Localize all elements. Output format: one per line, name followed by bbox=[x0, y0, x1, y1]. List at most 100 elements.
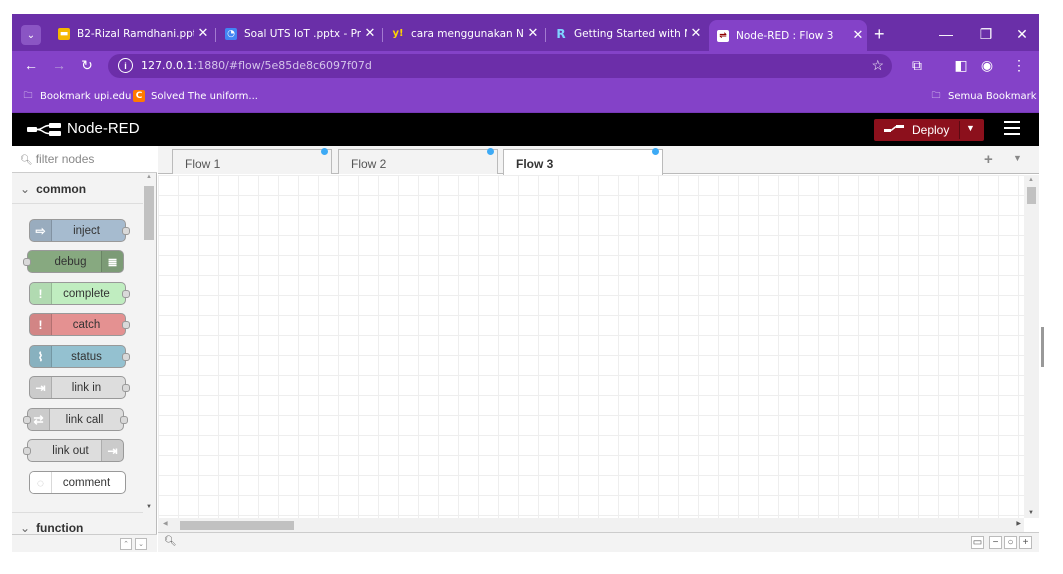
all-bookmarks-button[interactable]: 🗀 Semua Bookmark bbox=[930, 90, 1036, 102]
palette-node-inject[interactable]: ⇨ inject bbox=[29, 219, 130, 242]
reload-icon[interactable]: ↻ bbox=[78, 57, 96, 74]
palette-scrollbar[interactable]: ▲ ▼ bbox=[143, 174, 156, 510]
palette-node-complete[interactable]: ! complete bbox=[29, 282, 130, 305]
tab-flow-2[interactable]: Flow 2 bbox=[338, 148, 498, 174]
close-tab-icon[interactable]: ✕ bbox=[524, 26, 542, 41]
main-menu-icon[interactable] bbox=[1004, 121, 1020, 139]
palette-scroll-thumb[interactable] bbox=[144, 186, 154, 240]
output-port bbox=[122, 290, 130, 298]
zoom-reset-icon[interactable]: ○ bbox=[1004, 536, 1017, 549]
folder-icon: 🗀 bbox=[931, 91, 941, 101]
browser-tab-4[interactable]: R Getting Started with Nod ✕ bbox=[547, 20, 705, 47]
palette-node-label: complete bbox=[63, 287, 110, 300]
palette-node-link-out[interactable]: ⇥ link out bbox=[23, 439, 124, 462]
tab-flow-1[interactable]: Flow 1 bbox=[172, 148, 332, 174]
browser-tab-active[interactable]: ⇌ Node-RED : Flow 3 ✕ bbox=[709, 20, 867, 51]
url-host: 127.0.0.1 bbox=[141, 59, 194, 72]
site-info-icon[interactable]: i bbox=[118, 58, 133, 73]
sidebar-resize-handle[interactable] bbox=[1041, 327, 1044, 367]
palette-node-link-call[interactable]: ⇄ link call bbox=[23, 408, 128, 431]
tab-title: Node-RED : Flow 3 bbox=[736, 29, 834, 42]
palette-node-label: status bbox=[71, 350, 102, 363]
node-palette: 🔍︎ filter nodes ⌄ common ⇨ inject ≣ debug ! com… bbox=[12, 146, 157, 550]
address-bar[interactable]: i 127.0.0.1:1880/#flow/5e85de8c6097f07d … bbox=[108, 54, 892, 78]
flow-canvas[interactable] bbox=[158, 175, 1024, 518]
tab-flow-3[interactable]: Flow 3 bbox=[503, 148, 663, 175]
node-red-logo: Node-RED bbox=[27, 120, 140, 137]
bookmarks-bar: 🗀 Bookmark upi.edu C Solved The uniform.… bbox=[12, 81, 1039, 113]
palette-node-comment[interactable]: ◌ comment bbox=[29, 471, 126, 494]
restore-icon[interactable]: ❐ bbox=[976, 26, 996, 43]
new-tab-button[interactable]: + bbox=[874, 24, 885, 45]
flow-tab-label: Flow 1 bbox=[185, 157, 221, 171]
palette-node-label: link call bbox=[65, 413, 104, 426]
close-tab-icon[interactable]: ✕ bbox=[687, 26, 705, 41]
flow-tab-label: Flow 3 bbox=[516, 157, 554, 171]
comment-icon: ◌ bbox=[30, 472, 52, 493]
extensions-icon[interactable]: ⧉ bbox=[908, 57, 926, 74]
canvas-vertical-scrollbar[interactable]: ▲ ▼ bbox=[1024, 175, 1039, 518]
scroll-right-icon[interactable]: ▶ bbox=[1016, 520, 1021, 527]
url-text: 127.0.0.1:1880/#flow/5e85de8c6097f07d bbox=[141, 59, 372, 72]
browser-tab-1[interactable]: ▬ B2-Rizal Ramdhani.pptx ✕ bbox=[50, 20, 212, 47]
flow-list-caret-icon[interactable]: ▼ bbox=[1013, 153, 1022, 163]
chevron-down-icon: ⌄ bbox=[20, 521, 31, 535]
deploy-button[interactable]: Deploy ▼ bbox=[874, 119, 984, 141]
filter-nodes-input[interactable]: 🔍︎ filter nodes bbox=[12, 146, 157, 173]
forward-icon[interactable]: → bbox=[50, 57, 68, 73]
r-favicon-icon: R bbox=[556, 26, 566, 41]
scroll-down-icon[interactable]: ▼ bbox=[1028, 510, 1034, 516]
palette-node-link-in[interactable]: ⇥ link in bbox=[29, 376, 130, 399]
browser-tab-3[interactable]: y! cara menggunakan Node ✕ bbox=[384, 20, 542, 47]
close-tab-icon[interactable]: ✕ bbox=[194, 26, 212, 41]
tab-search-button[interactable]: ⌄ bbox=[21, 25, 41, 45]
input-port bbox=[23, 416, 31, 424]
unsaved-change-dot bbox=[321, 148, 328, 155]
minimize-icon[interactable]: — bbox=[936, 26, 956, 42]
palette-node-label: debug bbox=[54, 255, 87, 268]
palette-node-catch[interactable]: ! catch bbox=[29, 313, 130, 336]
palette-node-label: inject bbox=[73, 224, 100, 237]
palette-node-debug[interactable]: ≣ debug bbox=[23, 250, 124, 273]
scroll-up-icon[interactable]: ▲ bbox=[146, 174, 152, 180]
pulse-icon: ⌇ bbox=[30, 346, 52, 367]
workspace-tabs: Flow 1 Flow 2 Flow 3 + ▼ bbox=[158, 146, 1039, 175]
zoom-in-icon[interactable]: + bbox=[1019, 536, 1032, 549]
add-flow-icon[interactable]: + bbox=[984, 151, 993, 168]
vertical-scroll-thumb[interactable] bbox=[1027, 187, 1036, 204]
scroll-up-icon[interactable]: ▲ bbox=[1028, 177, 1034, 183]
deploy-menu-caret-icon[interactable]: ▼ bbox=[966, 123, 975, 133]
palette-footer: ⌃ ⌄ bbox=[12, 534, 157, 552]
palette-node-status[interactable]: ⌇ status bbox=[29, 345, 130, 368]
back-icon[interactable]: ← bbox=[22, 57, 40, 73]
folder-star-icon: 🗀 bbox=[23, 91, 33, 101]
node-red-logo-icon bbox=[27, 122, 61, 136]
close-window-icon[interactable]: ✕ bbox=[1012, 26, 1032, 43]
close-tab-icon[interactable]: ✕ bbox=[849, 28, 867, 43]
navigator-icon[interactable]: ▭ bbox=[971, 536, 984, 549]
browser-tab-2[interactable]: ◔ Soal UTS IoT .pptx - Prese ✕ bbox=[217, 20, 379, 47]
filter-placeholder: filter nodes bbox=[35, 152, 95, 166]
flow-tab-label: Flow 2 bbox=[351, 157, 387, 171]
collapse-all-icon[interactable]: ⌄ bbox=[135, 538, 147, 550]
profile-avatar-icon[interactable]: ◉ bbox=[978, 57, 996, 74]
chegg-icon: C bbox=[133, 90, 145, 102]
more-menu-icon[interactable]: ⋮ bbox=[1010, 57, 1028, 74]
horizontal-scroll-thumb[interactable] bbox=[180, 521, 294, 530]
expand-all-icon[interactable]: ⌃ bbox=[120, 538, 132, 550]
bookmark-star-icon[interactable]: ☆ bbox=[871, 57, 884, 74]
zoom-out-icon[interactable]: − bbox=[989, 536, 1002, 549]
bookmark-item-upi[interactable]: 🗀 Bookmark upi.edu bbox=[22, 90, 131, 102]
side-panel-icon[interactable]: ◧ bbox=[952, 57, 970, 74]
chevron-down-icon: ⌄ bbox=[20, 182, 31, 196]
canvas-horizontal-scrollbar[interactable]: ◀ ▶ bbox=[158, 518, 1024, 532]
app-title: Node-RED bbox=[67, 120, 140, 137]
scroll-left-icon[interactable]: ◀ bbox=[163, 520, 168, 527]
category-common[interactable]: ⌄ common bbox=[12, 174, 143, 204]
close-tab-icon[interactable]: ✕ bbox=[361, 26, 379, 41]
node-red-favicon-icon: ⇌ bbox=[717, 29, 729, 42]
bookmark-item-chegg[interactable]: C Solved The uniform... bbox=[133, 90, 258, 102]
scroll-down-icon[interactable]: ▼ bbox=[146, 504, 152, 510]
output-port bbox=[122, 384, 130, 392]
search-flows-icon[interactable]: 🔍︎ bbox=[164, 536, 177, 547]
